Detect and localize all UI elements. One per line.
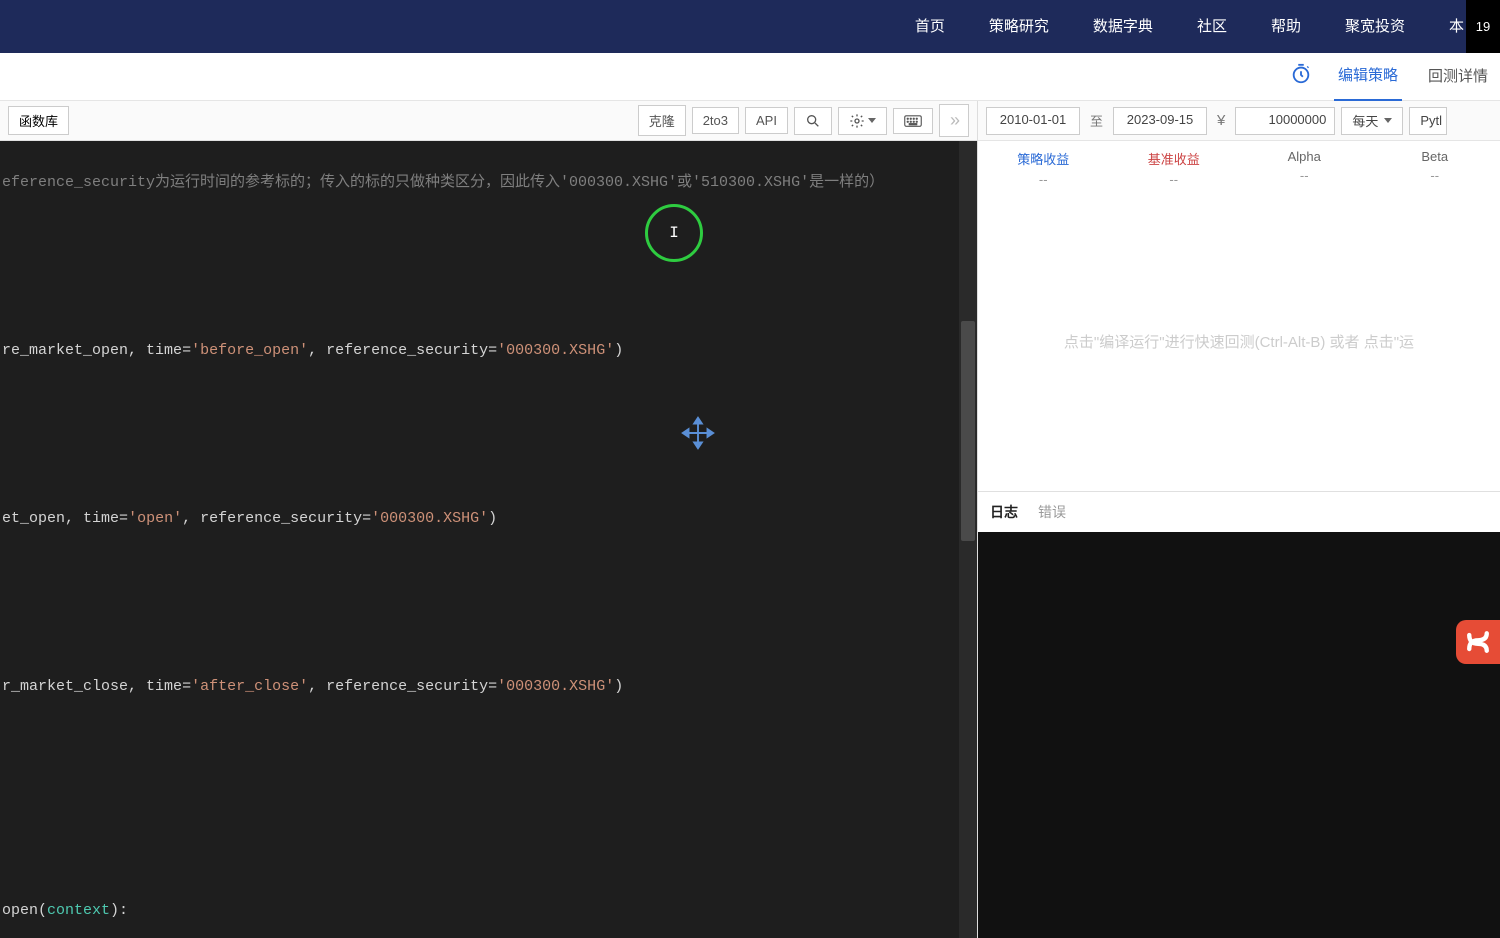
search-button[interactable] [794,107,832,135]
params-row: 2010-01-01 至 2023-09-15 ¥ 10000000 每天 Py… [978,101,1500,141]
metric-benchmark-return: 基准收益 -- [1109,149,1240,187]
api-button[interactable]: API [745,107,788,134]
clone-button[interactable]: 克隆 [638,105,686,136]
code-editor[interactable]: eference_security为运行时间的参考标的；传入的标的只做种类区分，… [0,141,977,938]
frequency-dropdown[interactable]: 每天 [1341,107,1403,135]
nav-help[interactable]: 帮助 [1249,0,1323,53]
date-to-input[interactable]: 2023-09-15 [1113,107,1207,135]
nav-strategy-research[interactable]: 策略研究 [967,0,1071,53]
tab-backtest-detail[interactable]: 回测详情 [1424,54,1492,100]
metric-alpha: Alpha -- [1239,149,1370,187]
tab-edit-strategy[interactable]: 编辑策略 [1334,53,1402,101]
2to3-button[interactable]: 2to3 [692,107,739,134]
date-from-input[interactable]: 2010-01-01 [986,107,1080,135]
ime-badge[interactable] [1456,620,1500,664]
notification-badge[interactable]: 19 [1466,0,1500,53]
settings-caret-icon [868,118,876,123]
currency-label: ¥ [1213,112,1229,129]
editor-toolbar: 函数库 克隆 2to3 API » [0,101,977,141]
top-nav: 首页 策略研究 数据字典 社区 帮助 聚宽投资 本 19 [0,0,1500,53]
language-dropdown[interactable]: Pytl [1409,107,1447,135]
main-area: 函数库 克隆 2to3 API » eference_security为运行时间… [0,101,1500,938]
settings-button[interactable] [838,107,887,135]
metric-beta: Beta -- [1370,149,1500,187]
tab-error[interactable]: 错误 [1038,492,1066,532]
nav-community[interactable]: 社区 [1175,0,1249,53]
nav-truncated[interactable]: 本 [1427,0,1466,53]
metric-strategy-return: 策略收益 -- [978,149,1109,187]
move-arrows-icon [678,413,718,453]
date-separator: 至 [1086,111,1107,130]
tab-log[interactable]: 日志 [990,492,1018,532]
log-tabs: 日志 错误 [978,491,1500,532]
chevron-down-icon [1384,118,1392,123]
amount-input[interactable]: 10000000 [1235,107,1335,135]
text-cursor-indicator: I [645,204,703,262]
chart-placeholder: 点击"编译运行"进行快速回测(Ctrl-Alt-B) 或者 点击"运 [978,191,1500,491]
chart-placeholder-text: 点击"编译运行"进行快速回测(Ctrl-Alt-B) 或者 点击"运 [1064,331,1414,352]
editor-column: 函数库 克隆 2to3 API » eference_security为运行时间… [0,101,978,938]
metrics-row: 策略收益 -- 基准收益 -- Alpha -- Beta -- [978,141,1500,191]
editor-scrollbar[interactable] [959,141,977,938]
function-library-button[interactable]: 函数库 [8,106,69,135]
right-column: 2010-01-01 至 2023-09-15 ¥ 10000000 每天 Py… [978,101,1500,938]
nav-invest[interactable]: 聚宽投资 [1323,0,1427,53]
nav-data-dict[interactable]: 数据字典 [1071,0,1175,53]
sub-toolbar: 编辑策略 回测详情 [0,53,1500,101]
scrollbar-thumb[interactable] [961,321,975,541]
log-output[interactable] [978,532,1500,938]
expand-button[interactable]: » [939,104,969,137]
nav-home[interactable]: 首页 [893,0,967,53]
keyboard-button[interactable] [893,108,933,134]
stopwatch-icon[interactable] [1290,63,1312,91]
